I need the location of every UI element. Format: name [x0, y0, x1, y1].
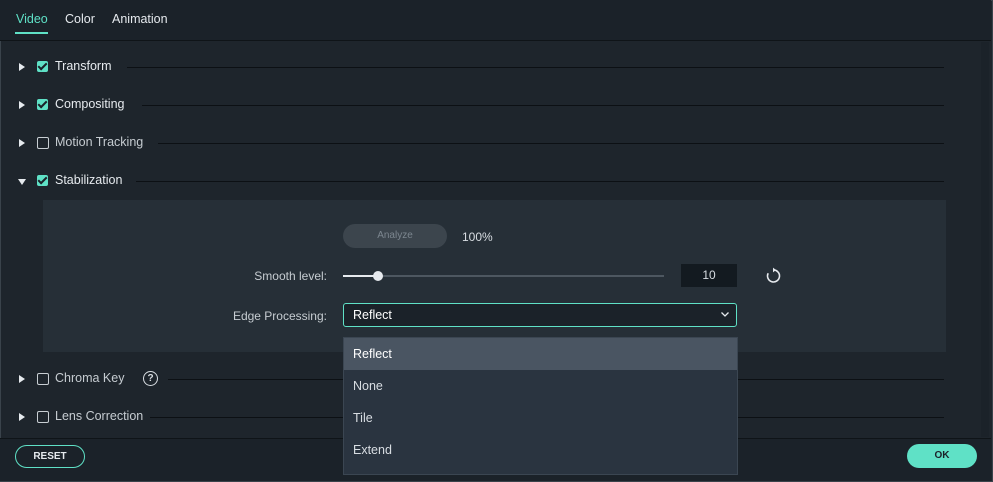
ok-button[interactable]: OK [907, 444, 977, 468]
chevron-down-icon [721, 312, 729, 317]
chroma-key-checkbox[interactable] [37, 373, 49, 385]
divider [158, 143, 944, 144]
section-label: Motion Tracking [55, 135, 144, 149]
expand-arrow-icon[interactable] [19, 375, 25, 383]
smooth-level-slider[interactable] [343, 271, 664, 281]
smooth-level-label: Smooth level: [254, 269, 327, 283]
lens-correction-checkbox[interactable] [37, 411, 49, 423]
divider [142, 105, 944, 106]
divider [136, 181, 944, 182]
option-label: Tile [353, 411, 373, 425]
help-icon[interactable]: ? [143, 371, 158, 386]
tab-bar: Video Color Animation [0, 0, 991, 41]
dropdown-option-reflect[interactable]: Reflect [344, 338, 737, 370]
edge-processing-select[interactable]: Reflect [343, 303, 737, 327]
transform-checkbox[interactable] [37, 61, 48, 72]
section-motion-tracking[interactable]: Motion Tracking [0, 134, 960, 154]
selected-value: Reflect [353, 308, 392, 322]
section-compositing[interactable]: Compositing [0, 96, 960, 116]
expand-arrow-icon[interactable] [19, 413, 25, 421]
divider [127, 67, 944, 68]
reset-button[interactable]: RESET [15, 445, 85, 468]
dropdown-option-extend[interactable]: Extend [344, 434, 737, 466]
section-label: Chroma Key [55, 371, 125, 385]
option-label: Reflect [353, 347, 392, 361]
dropdown-option-tile[interactable]: Tile [344, 402, 737, 434]
section-transform[interactable]: Transform [0, 58, 960, 78]
active-tab-indicator [15, 32, 48, 34]
compositing-checkbox[interactable] [37, 99, 48, 110]
stabilization-checkbox[interactable] [37, 175, 48, 186]
option-label: Extend [353, 443, 392, 457]
tab-video[interactable]: Video [16, 12, 48, 26]
option-label: None [353, 379, 383, 393]
dropdown-option-none[interactable]: None [344, 370, 737, 402]
tab-color[interactable]: Color [65, 12, 95, 26]
motion-tracking-checkbox[interactable] [37, 137, 49, 149]
section-label: Compositing [55, 97, 125, 111]
section-label: Stabilization [55, 173, 123, 187]
analyze-button[interactable]: Analyze [343, 224, 447, 248]
scrollbar[interactable] [981, 42, 989, 437]
expand-arrow-icon[interactable] [19, 101, 25, 109]
section-label: Transform [55, 59, 112, 73]
edge-processing-label: Edge Processing: [232, 309, 327, 323]
collapse-arrow-icon[interactable] [18, 179, 26, 185]
edge-processing-dropdown: Reflect None Tile Extend [343, 337, 738, 475]
tab-animation[interactable]: Animation [112, 12, 168, 26]
smooth-level-input[interactable]: 10 [681, 264, 737, 287]
expand-arrow-icon[interactable] [19, 63, 25, 71]
analyze-progress: 100% [462, 230, 493, 244]
section-stabilization[interactable]: Stabilization [0, 172, 960, 192]
expand-arrow-icon[interactable] [19, 139, 25, 147]
section-label: Lens Correction [55, 409, 144, 423]
reset-icon[interactable] [764, 267, 782, 285]
